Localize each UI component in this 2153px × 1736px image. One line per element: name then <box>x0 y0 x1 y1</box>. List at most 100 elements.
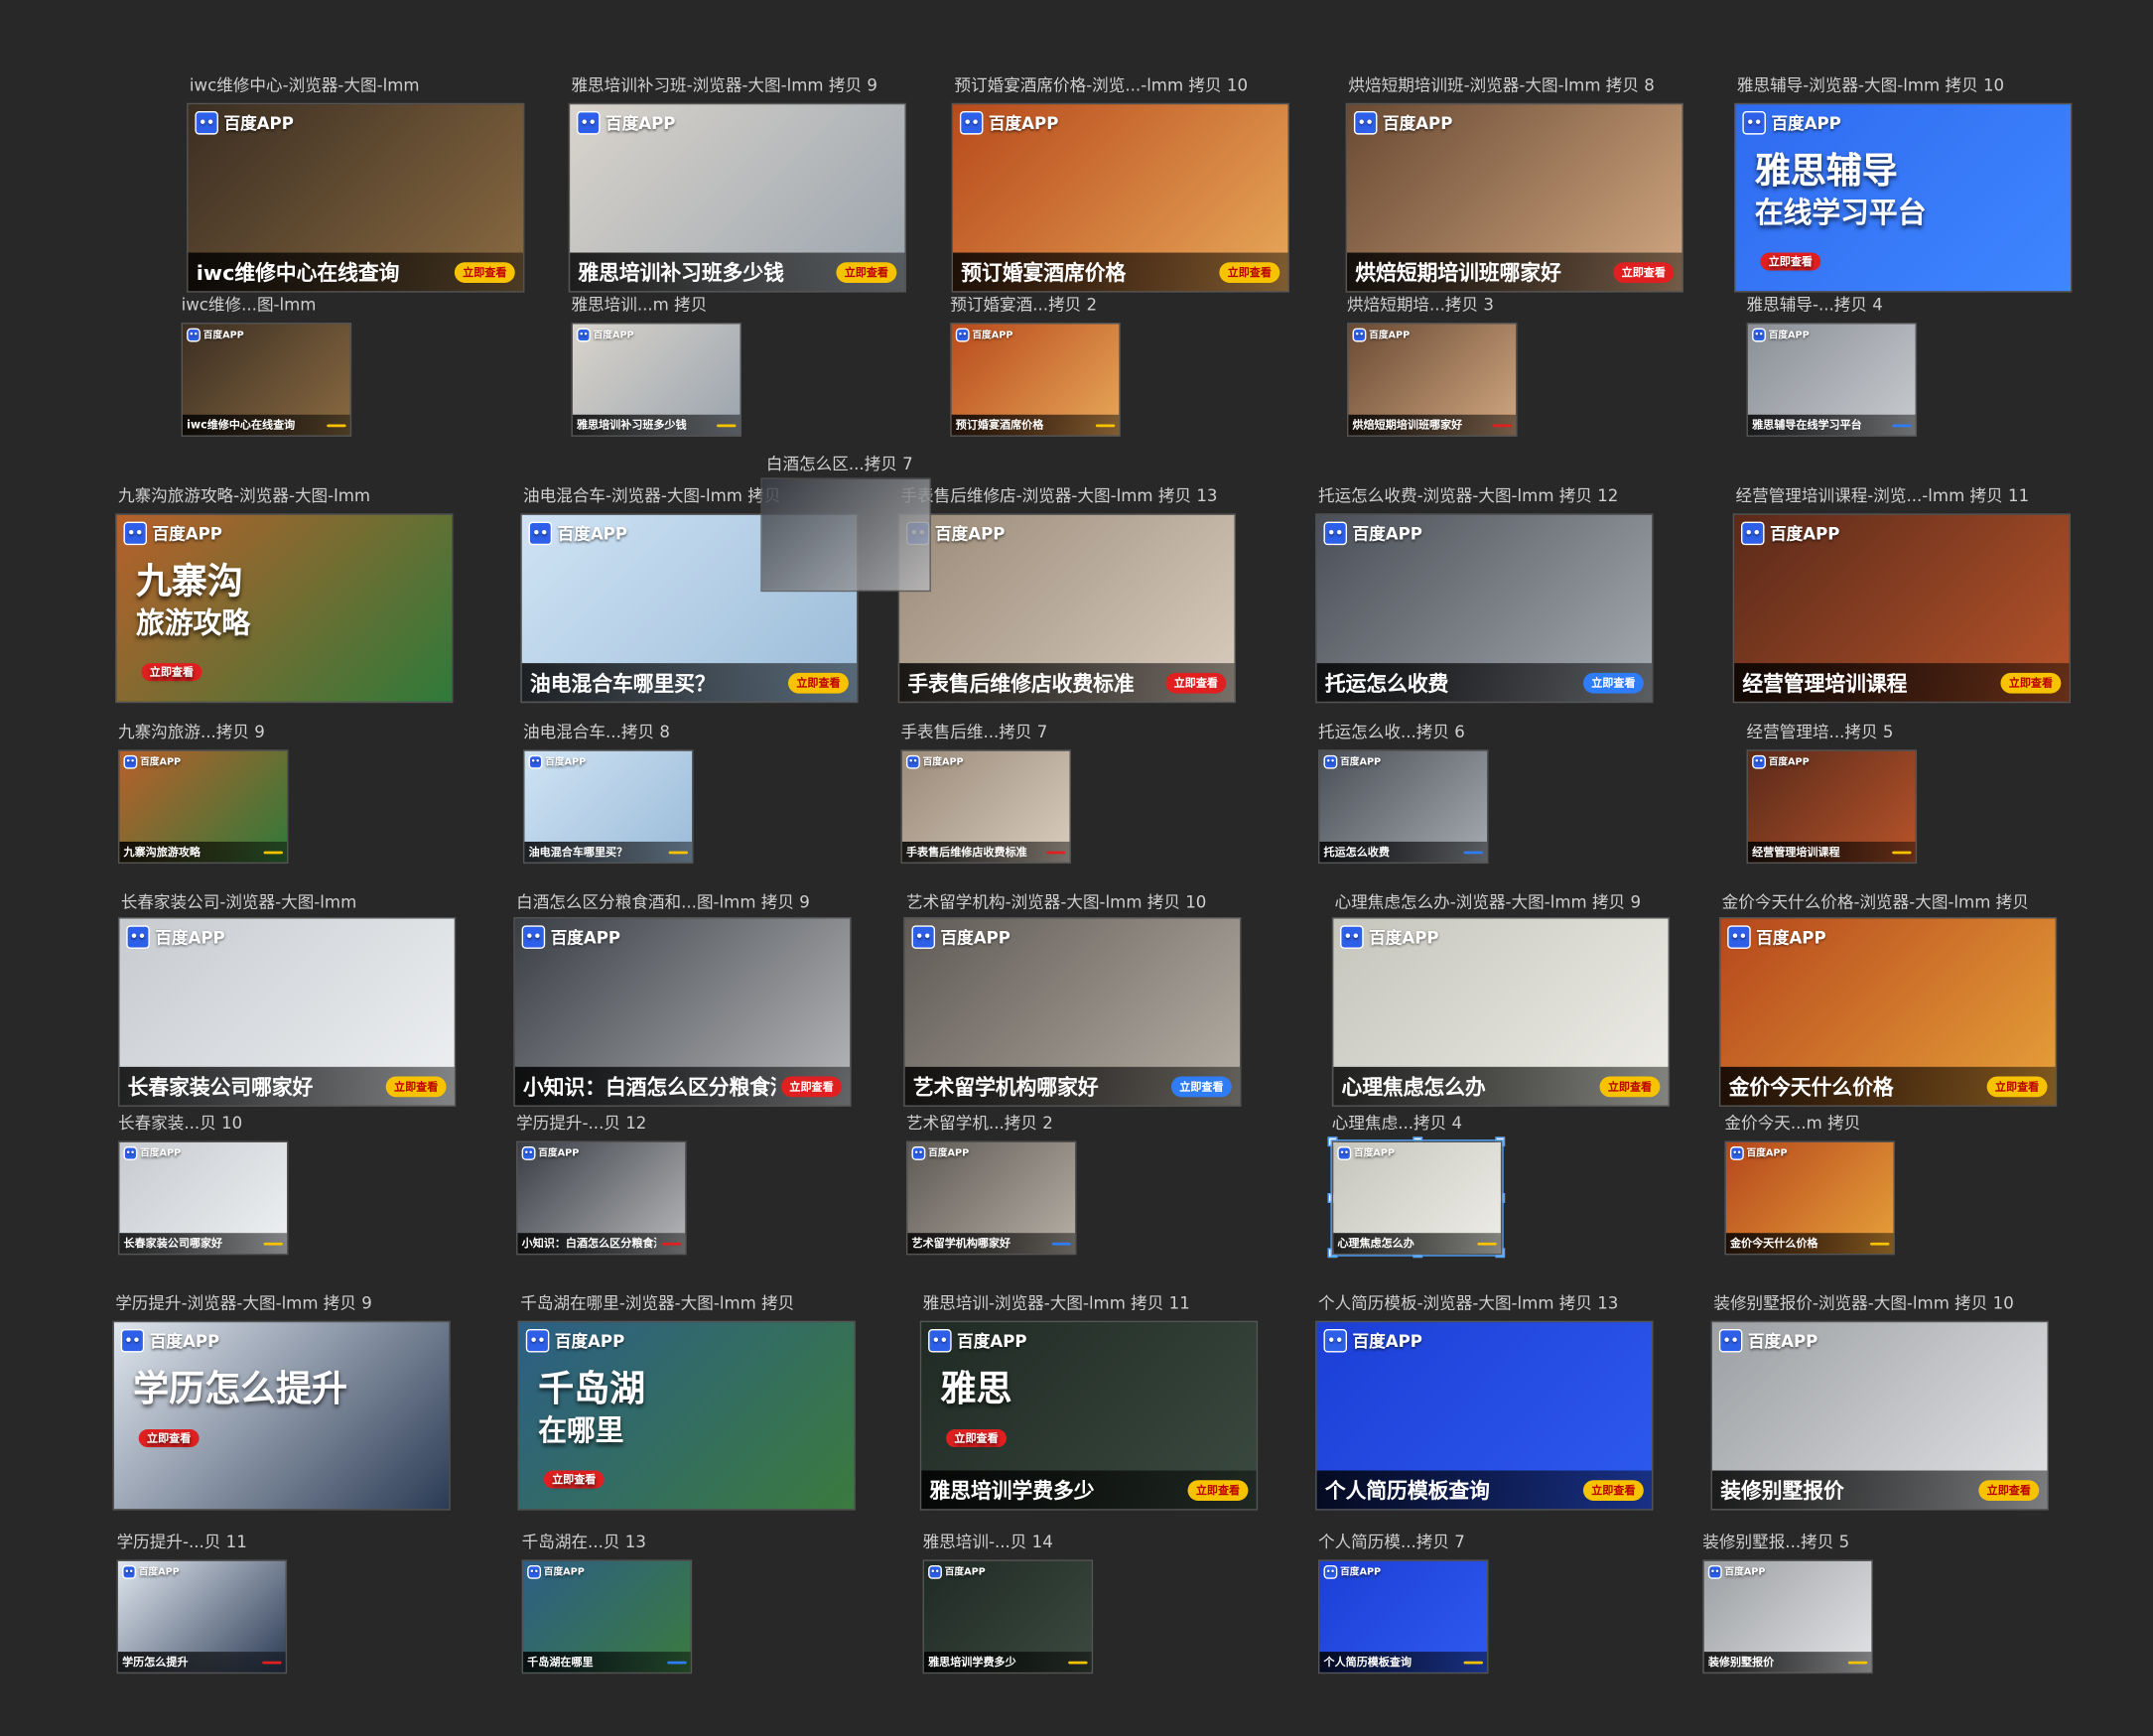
view-button[interactable] <box>1870 1242 1890 1245</box>
ad-card-large[interactable]: •• 百度APP 个人简历模板查询 立即查看 <box>1315 1320 1654 1511</box>
view-button[interactable] <box>1477 1242 1497 1245</box>
view-button[interactable]: 立即查看 <box>781 1075 842 1097</box>
view-button[interactable]: 立即查看 <box>1582 672 1644 693</box>
ad-card-large[interactable]: •• 百度APP 长春家装公司哪家好 立即查看 <box>117 917 457 1107</box>
ad-card-small[interactable]: •• 百度APP 油电混合车哪里买？ <box>523 749 694 865</box>
ad-card-large[interactable]: •• 百度APP 托运怎么收费 立即查看 <box>1315 513 1654 704</box>
view-button[interactable]: 立即查看 <box>1986 1075 2048 1097</box>
ad-card-small[interactable]: •• 百度APP 雅思培训补习班多少钱 <box>571 323 741 437</box>
baidu-paw-icon: •• <box>1323 521 1348 546</box>
ad-card-large[interactable]: •• 百度APP 千岛湖 在哪里 立即查看 <box>517 1320 856 1511</box>
ad-card-small[interactable]: •• 百度APP 烘焙短期培训班哪家好 <box>1347 323 1518 437</box>
ad-card-small[interactable]: •• 百度APP 托运怎么收费 <box>1317 749 1489 865</box>
ad-card-small[interactable]: •• 百度APP 预订婚宴酒席价格 <box>950 323 1121 437</box>
view-button[interactable]: 立即查看 <box>946 1429 1007 1447</box>
ad-card-large[interactable]: •• 百度APP 经营管理培训课程 立即查看 <box>1732 513 2072 704</box>
view-button[interactable]: 立即查看 <box>1187 1479 1249 1501</box>
view-button[interactable]: 立即查看 <box>1170 1075 1232 1097</box>
view-button[interactable] <box>1463 1661 1483 1664</box>
view-button[interactable] <box>1095 423 1116 427</box>
baidu-paw-icon: •• <box>123 754 138 769</box>
view-button[interactable] <box>1051 1242 1071 1245</box>
baidu-paw-icon: •• <box>1340 925 1364 949</box>
view-button[interactable] <box>1492 423 1513 427</box>
view-button[interactable]: 立即查看 <box>1978 1479 2040 1501</box>
view-button[interactable] <box>262 1661 282 1664</box>
view-button[interactable]: 立即查看 <box>454 261 515 283</box>
ad-caption: 装修别墅报价 <box>1720 1478 1844 1504</box>
ad-card-large[interactable]: •• 百度APP 心理焦虑怎么办 立即查看 <box>1331 917 1671 1107</box>
ad-card-large[interactable]: •• 百度APP 预订婚宴酒席价格 立即查看 <box>951 102 1289 293</box>
ad-card-small[interactable]: •• 百度APP 个人简历模板查询 <box>1317 1559 1489 1674</box>
logo-text: 百度APP <box>1768 329 1810 341</box>
view-button[interactable] <box>263 850 283 854</box>
ad-card-small[interactable]: •• 百度APP 学历怎么提升 <box>116 1559 288 1674</box>
view-button[interactable] <box>1068 1661 1088 1664</box>
ad-headline: 学历怎么提升 立即查看 <box>133 1369 347 1459</box>
ad-card-small[interactable]: •• 百度APP iwc维修中心在线查询 <box>181 323 352 437</box>
artboard-label: 长春家装...贝 10 <box>117 1113 243 1134</box>
view-button[interactable]: 立即查看 <box>788 672 849 693</box>
view-button[interactable] <box>661 1242 682 1245</box>
ad-headline: 千岛湖 在哪里 立即查看 <box>538 1369 645 1501</box>
view-button[interactable] <box>263 1242 283 1245</box>
ad-card-large[interactable]: •• 百度APP 艺术留学机构哪家好 立即查看 <box>903 917 1242 1107</box>
ad-card-small[interactable]: •• 百度APP 雅思培训学费多少 <box>922 1559 1094 1674</box>
ad-caption: 雅思培训学费多少 <box>929 1478 1095 1504</box>
ad-card-large[interactable]: •• 百度APP 雅思 立即查看 雅思培训学费多少 立即查看 <box>919 1320 1259 1511</box>
ad-card-small[interactable]: •• 百度APP 手表售后维修店收费标准 <box>900 749 1071 865</box>
view-button[interactable]: 立即查看 <box>385 1075 447 1097</box>
ad-card-small[interactable]: •• 百度APP 金价今天什么价格 <box>1724 1140 1895 1256</box>
ad-card-large[interactable]: •• 百度APP 学历怎么提升 立即查看 <box>112 1320 451 1511</box>
view-button[interactable] <box>1847 1661 1868 1664</box>
ad-card-large[interactable]: •• 百度APP 雅思辅导 在线学习平台 立即查看 <box>1734 102 2073 293</box>
artboard-label: 手表售后维修店-浏览器-大图-lmm 拷贝 13 <box>900 485 1218 506</box>
view-button[interactable]: 立即查看 <box>1165 672 1227 693</box>
view-button[interactable]: 立即查看 <box>138 1429 200 1447</box>
baidu-paw-icon: •• <box>928 1329 952 1353</box>
ad-card-large[interactable]: •• 百度APP 雅思培训补习班多少钱 立即查看 <box>568 102 906 293</box>
ad-card-large[interactable]: •• 百度APP iwc维修中心在线查询 立即查看 <box>187 102 525 293</box>
ad-caption: 雅思培训学费多少 <box>928 1656 1016 1669</box>
floating-artboard[interactable] <box>760 477 931 593</box>
logo-text: 百度APP <box>928 1147 970 1159</box>
ad-card-small[interactable]: •• 百度APP 九寨沟旅游攻略 <box>117 749 289 865</box>
ad-card-small[interactable]: •• 百度APP 长春家装公司哪家好 <box>117 1140 289 1256</box>
view-button[interactable] <box>717 423 737 427</box>
view-button[interactable] <box>667 1661 687 1664</box>
ad-card-small[interactable]: •• 百度APP 经营管理培训课程 <box>1746 749 1918 865</box>
view-button[interactable]: 立即查看 <box>2000 672 2062 693</box>
baidu-app-logo: ••百度APP <box>123 521 222 546</box>
ad-card-large[interactable]: •• 百度APP 九寨沟 旅游攻略 立即查看 <box>115 513 454 704</box>
artboard-label: 预订婚宴酒席价格-浏览...-lmm 拷贝 10 <box>954 75 1249 95</box>
view-button[interactable] <box>1892 423 1912 427</box>
view-button[interactable]: 立即查看 <box>1760 252 1821 271</box>
view-button[interactable]: 立即查看 <box>141 663 202 682</box>
view-button[interactable]: 立即查看 <box>1613 261 1675 283</box>
view-button[interactable] <box>668 850 689 854</box>
ad-caption: 个人简历模板查询 <box>1323 1656 1413 1669</box>
ad-card-small[interactable]: •• 百度APP 艺术留学机构哪家好 <box>905 1140 1077 1256</box>
ad-card-small[interactable]: •• 百度APP 装修别墅报价 <box>1702 1559 1873 1674</box>
ad-card-small[interactable]: •• 百度APP 雅思辅导在线学习平台 <box>1746 323 1918 437</box>
view-button[interactable]: 立即查看 <box>1219 261 1280 283</box>
view-button[interactable]: 立即查看 <box>1582 1479 1644 1501</box>
view-button[interactable] <box>327 423 346 427</box>
ad-caption: 金价今天什么价格 <box>1728 1074 1894 1100</box>
ad-card-large[interactable]: •• 百度APP 金价今天什么价格 立即查看 <box>1718 917 2058 1107</box>
baidu-app-logo: ••百度APP <box>928 1564 986 1579</box>
view-button[interactable] <box>1463 850 1483 854</box>
view-button[interactable]: 立即查看 <box>836 261 897 283</box>
ad-card-small[interactable]: •• 百度APP 千岛湖在哪里 <box>521 1559 693 1674</box>
view-button[interactable]: 立即查看 <box>543 1470 605 1489</box>
view-button[interactable] <box>1892 850 1912 854</box>
view-button[interactable]: 立即查看 <box>1599 1075 1661 1097</box>
ad-card-large[interactable]: ••百度APP手表售后维修店收费标准立即查看 <box>897 513 1236 704</box>
ad-card-small[interactable]: ••百度APP 小知识：白酒怎么区分粮食酒和勾兑酒？ <box>516 1140 687 1256</box>
ad-card-large[interactable]: •• 百度APP 烘焙短期培训班哪家好 立即查看 <box>1345 102 1683 293</box>
ad-card-large[interactable]: ••百度APP 小知识：白酒怎么区分粮食酒和勾兑酒？立即查看 <box>513 917 852 1107</box>
ad-caption-bar: 长春家装公司哪家好 立即查看 <box>119 1066 455 1106</box>
selected-ad-card-small[interactable]: •• 百度APP 心理焦虑怎么办 <box>1330 1139 1504 1257</box>
ad-card-large[interactable]: •• 百度APP 装修别墅报价 立即查看 <box>1710 1320 2049 1511</box>
view-button[interactable] <box>1046 850 1066 854</box>
